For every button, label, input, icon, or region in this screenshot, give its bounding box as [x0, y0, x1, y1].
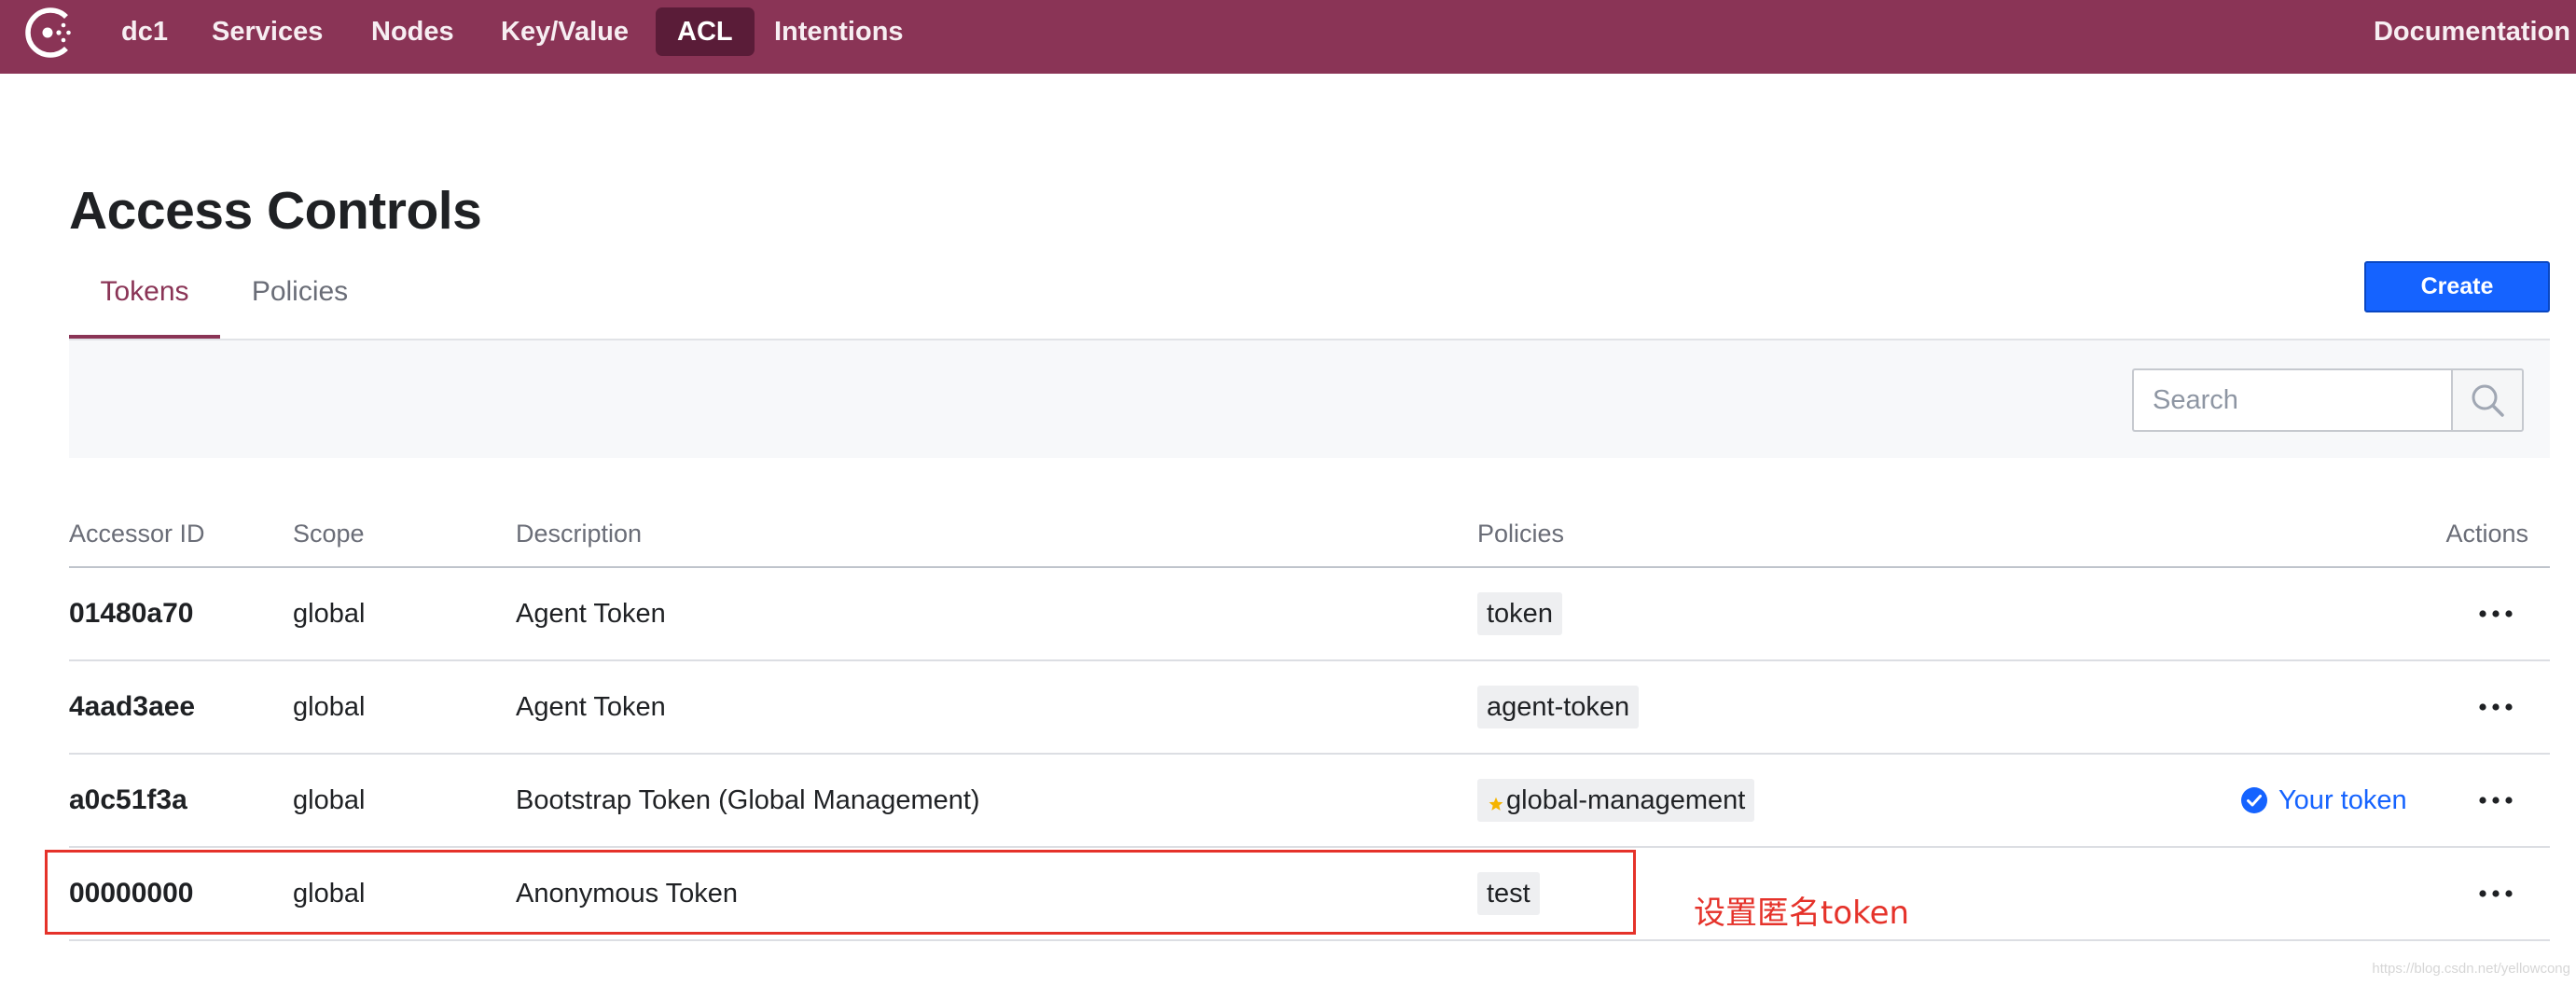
datacenter-selector[interactable]: dc1 [100, 7, 189, 56]
token-policies: agent-token [1477, 661, 1640, 753]
tab-policies[interactable]: Policies [220, 269, 380, 339]
page-title: Access Controls [69, 181, 482, 241]
nav-item-intentions[interactable]: Intentions [753, 7, 925, 56]
row-actions-button[interactable] [2479, 755, 2513, 846]
token-description: Agent Token [516, 598, 666, 629]
policy-badge-label: global-management [1506, 784, 1746, 815]
row-actions-button[interactable] [2479, 661, 2513, 753]
watermark: https://blog.csdn.net/yellowcong [2372, 961, 2570, 977]
search-input[interactable] [2132, 368, 2451, 432]
accessor-id[interactable]: a0c51f3a [69, 755, 187, 846]
policy-badge: agent-token [1477, 686, 1640, 728]
token-scope: global [293, 691, 366, 722]
annotation-text: 设置匿名token [1694, 895, 1910, 932]
more-horizontal-icon [2479, 703, 2513, 711]
column-header-actions: Actions [2445, 520, 2528, 548]
nav-item-key-value[interactable]: Key/Value [479, 7, 650, 56]
search-icon [2472, 384, 2504, 417]
check-circle-icon [2241, 787, 2267, 813]
top-navigation-bar: dc1 Services Nodes Key/Value ACL Intenti… [0, 0, 2576, 74]
more-horizontal-icon [2479, 610, 2513, 617]
token-scope: global [293, 784, 366, 815]
column-header-policies: Policies [1477, 520, 1565, 548]
table-row[interactable]: a0c51f3a global Bootstrap Token (Global … [69, 755, 2550, 848]
policy-badge: token [1477, 592, 1562, 635]
search-button[interactable] [2451, 368, 2524, 432]
star-icon [1489, 797, 1503, 811]
column-header-description: Description [516, 520, 643, 548]
policy-badge: global-management [1477, 779, 1755, 822]
documentation-link[interactable]: Documentation [2374, 7, 2570, 56]
column-header-accessor-id: Accessor ID [69, 520, 205, 548]
token-scope: global [293, 598, 366, 629]
tab-tokens[interactable]: Tokens [69, 269, 220, 339]
token-policies: global-management [1477, 755, 1755, 846]
consul-logo[interactable] [23, 6, 77, 60]
token-policies: token [1477, 568, 1562, 659]
column-header-scope: Scope [293, 520, 365, 548]
create-token-button[interactable]: Create [2364, 261, 2550, 312]
your-token-indicator: Your token [2241, 755, 2407, 846]
accessor-id[interactable]: 4aad3aee [69, 661, 195, 753]
table-row[interactable]: 01480a70 global Agent Token token [69, 568, 2550, 661]
accessor-id[interactable]: 01480a70 [69, 568, 193, 659]
nav-item-acl[interactable]: ACL [656, 7, 755, 56]
row-actions-button[interactable] [2479, 568, 2513, 659]
more-horizontal-icon [2479, 797, 2513, 804]
nav-item-services[interactable]: Services [190, 7, 344, 56]
your-token-label: Your token [2278, 784, 2407, 815]
table-row[interactable]: 4aad3aee global Agent Token agent-token [69, 661, 2550, 755]
token-description: Agent Token [516, 691, 666, 722]
more-horizontal-icon [2479, 890, 2513, 897]
row-actions-button[interactable] [2479, 848, 2513, 939]
annotation-highlight-box [45, 850, 1636, 935]
token-description: Bootstrap Token (Global Management) [516, 784, 980, 815]
nav-item-nodes[interactable]: Nodes [350, 7, 476, 56]
